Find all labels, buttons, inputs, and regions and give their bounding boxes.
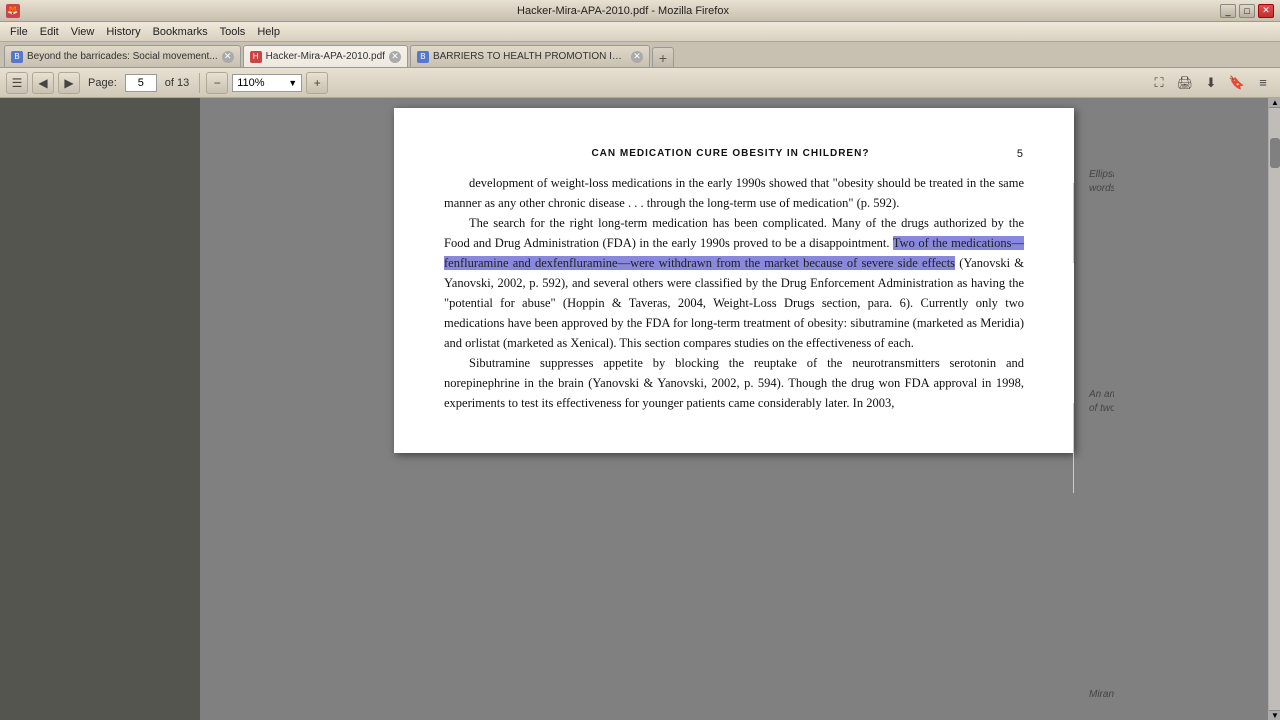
pdf-page-header: CAN MEDICATION CURE OBESITY IN CHILDREN?… — [444, 148, 1024, 159]
zoom-in-button[interactable]: + — [306, 72, 328, 94]
paragraph-2: The search for the right long-term medic… — [444, 213, 1024, 353]
page-of-label: of 13 — [161, 77, 193, 89]
next-page-button[interactable]: ▶ — [58, 72, 80, 94]
annotation-ellipsis-text: Ellipsis mark indicates omitted words. — [1089, 169, 1114, 194]
pdf-page-wrapper[interactable]: Ellipsis mark indicates omitted words. A… — [354, 98, 1114, 720]
fullscreen-button[interactable]: ⛶ — [1148, 72, 1170, 94]
prev-page-button[interactable]: ◀ — [32, 72, 54, 94]
paragraph-1: development of weight-loss medications i… — [444, 173, 1024, 213]
tab-3[interactable]: B BARRIERS TO HEALTH PROMOTION IN A... ✕ — [410, 45, 650, 67]
menu-history[interactable]: History — [100, 24, 146, 40]
annotation-ellipsis: Ellipsis mark indicates omitted words. — [1089, 168, 1114, 196]
paragraph-3: Sibutramine suppresses appetite by block… — [444, 353, 1024, 413]
tab-3-close[interactable]: ✕ — [631, 51, 643, 63]
print-button[interactable]: 🖨 — [1174, 72, 1196, 94]
tab-3-title: BARRIERS TO HEALTH PROMOTION IN A... — [433, 51, 627, 62]
pdf-toolbar: ☰ ◀ ▶ Page: of 13 − 110% ▼ + ⛶ 🖨 ⬇ 🔖 ≡ — [0, 68, 1280, 98]
tab-bar: B Beyond the barricades: Social movement… — [0, 42, 1280, 68]
page-number-input[interactable] — [125, 74, 157, 92]
more-tools-button[interactable]: ≡ — [1252, 72, 1274, 94]
tab-1[interactable]: B Beyond the barricades: Social movement… — [4, 45, 241, 67]
sidebar-toggle-button[interactable]: ☰ — [6, 72, 28, 94]
annotation-line-2 — [1073, 403, 1074, 493]
tab-1-close[interactable]: ✕ — [222, 51, 234, 63]
zoom-dropdown-icon[interactable]: ▼ — [288, 78, 297, 88]
minimize-button[interactable]: _ — [1220, 4, 1236, 18]
close-button[interactable]: ✕ — [1258, 4, 1274, 18]
zoom-value: 110% — [237, 77, 264, 89]
firefox-icon: 🦊 — [6, 4, 20, 18]
scroll-thumb[interactable] — [1270, 138, 1280, 168]
page-number-display: 5 — [1017, 148, 1024, 160]
tab-2-favicon: H — [250, 51, 262, 63]
tab-1-favicon: B — [11, 51, 23, 63]
annotation-mirano-text: Mirano draws — [1089, 689, 1114, 700]
zoom-out-button[interactable]: − — [206, 72, 228, 94]
vertical-scrollbar[interactable]: ▲ ▼ — [1268, 98, 1280, 720]
window-title: Hacker-Mira-APA-2010.pdf - Mozilla Firef… — [26, 5, 1220, 17]
tab-3-favicon: B — [417, 51, 429, 63]
menu-bookmarks[interactable]: Bookmarks — [147, 24, 214, 40]
annotation-mirano: Mirano draws — [1089, 688, 1114, 702]
menu-edit[interactable]: Edit — [34, 24, 65, 40]
annotation-line-1 — [1073, 183, 1074, 263]
download-button[interactable]: ⬇ — [1200, 72, 1222, 94]
tab-2[interactable]: H Hacker-Mira-APA-2010.pdf ✕ — [243, 45, 408, 67]
page-label: Page: — [84, 77, 121, 89]
highlighted-text: Two of the medications—fenfluramine and … — [444, 236, 1024, 270]
tab-1-title: Beyond the barricades: Social movement..… — [27, 51, 218, 62]
menu-bar: File Edit View History Bookmarks Tools H… — [0, 22, 1280, 42]
menu-help[interactable]: Help — [251, 24, 286, 40]
tab-2-close[interactable]: ✕ — [389, 51, 401, 63]
window-controls: _ □ ✕ — [1220, 4, 1274, 18]
menu-view[interactable]: View — [65, 24, 101, 40]
menu-tools[interactable]: Tools — [214, 24, 252, 40]
main-area: Ellipsis mark indicates omitted words. A… — [0, 98, 1280, 720]
annotation-ampersand-text: An ampersand links the names of two auth… — [1089, 389, 1114, 414]
maximize-button[interactable]: □ — [1239, 4, 1255, 18]
zoom-level-display: 110% ▼ — [232, 74, 302, 92]
pdf-page: Ellipsis mark indicates omitted words. A… — [394, 108, 1074, 453]
scroll-up-button[interactable]: ▲ — [1269, 98, 1280, 108]
menu-file[interactable]: File — [4, 24, 34, 40]
title-bar: 🦊 Hacker-Mira-APA-2010.pdf - Mozilla Fir… — [0, 0, 1280, 22]
toolbar-separator-1 — [199, 73, 200, 93]
pdf-text-content: development of weight-loss medications i… — [444, 173, 1024, 413]
pdf-page-title: CAN MEDICATION CURE OBESITY IN CHILDREN? — [591, 148, 869, 159]
annotation-ampersand: An ampersand links the names of two auth… — [1089, 388, 1114, 416]
bookmark-button[interactable]: 🔖 — [1226, 72, 1248, 94]
tab-2-title: Hacker-Mira-APA-2010.pdf — [266, 51, 385, 62]
pdf-sidebar — [0, 98, 200, 720]
new-tab-button[interactable]: + — [652, 47, 674, 67]
scroll-down-button[interactable]: ▼ — [1269, 710, 1280, 720]
pdf-viewer: Ellipsis mark indicates omitted words. A… — [200, 98, 1268, 720]
